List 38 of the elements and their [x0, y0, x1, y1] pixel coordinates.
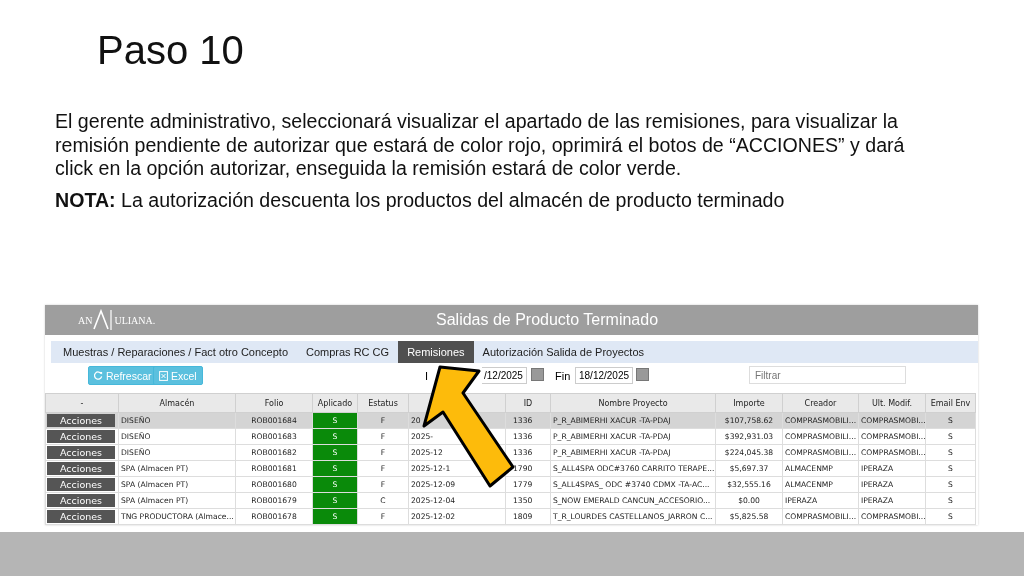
- date-label: I: [425, 370, 429, 382]
- column-header: Folio: [235, 393, 313, 413]
- spreadsheet-icon: [159, 370, 168, 381]
- actions-button[interactable]: Acciones: [47, 462, 115, 475]
- actions-button[interactable]: Acciones: [47, 446, 115, 459]
- column-header: Ult. Modif.: [858, 393, 926, 413]
- slide-title: Paso 10: [97, 27, 245, 74]
- tab[interactable]: Remisiones: [398, 341, 474, 363]
- actions-button[interactable]: Acciones: [47, 494, 115, 507]
- column-header: Importe: [715, 393, 783, 413]
- logo-text: AN: [78, 314, 93, 326]
- column-header: Aplicado: [312, 393, 358, 413]
- calendar-icon[interactable]: [636, 368, 649, 381]
- instruction-paragraph: El gerente administrativo, seleccionará visualizar el apartado de las remisiones, para visualizar la remisión pendiente de autorizar que estará de color rojo, oprimirá el botos de “ACCIONES” y dará click en la opción autorizar, enseguida la remisión estará de color verde.: [55, 110, 906, 181]
- column-header: Nombre Proyecto: [550, 393, 716, 413]
- column-header: Creador: [782, 393, 859, 413]
- refresh-icon: [94, 371, 103, 380]
- logo-mark-icon: [93, 309, 114, 331]
- date-field[interactable]: 18/12/2025: [575, 367, 634, 384]
- column-header: Almacén: [118, 393, 236, 413]
- logo-text: ULIANA.: [114, 314, 156, 326]
- note-paragraph: NOTA: La autorización descuenta los productos del almacén de producto terminado: [55, 188, 786, 212]
- filter-field[interactable]: Filtrar: [749, 366, 906, 384]
- column-header: -: [45, 393, 119, 413]
- actions-button[interactable]: Acciones: [47, 414, 115, 427]
- actions-button[interactable]: Acciones: [47, 430, 115, 443]
- date-label: Fin: [555, 370, 571, 382]
- app-title: Salidas de Producto Terminado: [436, 311, 659, 329]
- column-header: Email Env: [925, 393, 976, 413]
- tab[interactable]: Muestras / Reparaciones / Fact otro Concepto: [54, 341, 297, 363]
- column-header: ID: [505, 393, 551, 413]
- calendar-icon[interactable]: [531, 368, 544, 381]
- tab[interactable]: Compras RC CG: [297, 341, 399, 363]
- actions-button[interactable]: Acciones: [47, 478, 115, 491]
- actions-button[interactable]: Acciones: [47, 510, 115, 523]
- date-field[interactable]: /12/2025: [482, 367, 527, 384]
- tab[interactable]: Autorización Salida de Proyectos: [473, 341, 654, 363]
- column-header: Estatus: [357, 393, 409, 413]
